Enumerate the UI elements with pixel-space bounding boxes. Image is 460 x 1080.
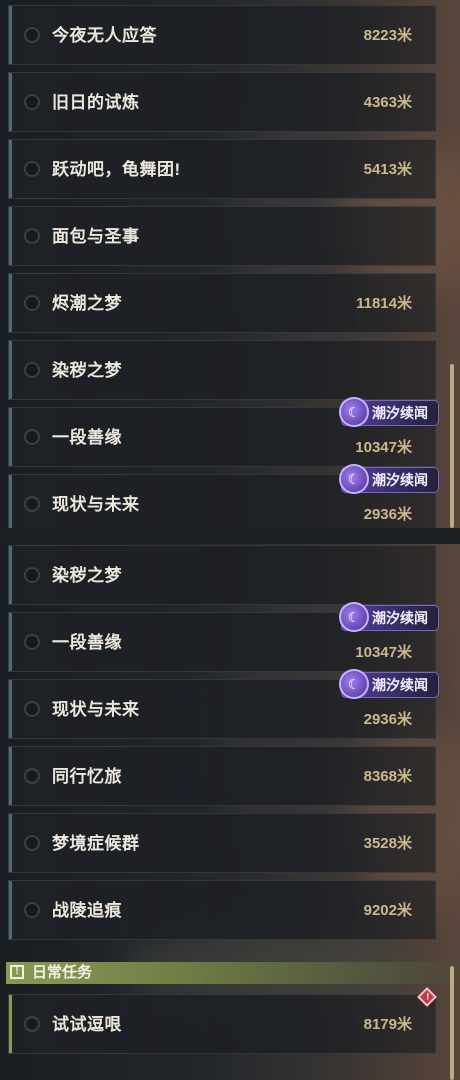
quest-row[interactable]: 面包与圣事	[8, 206, 436, 266]
quest-distance: 11814米	[356, 295, 412, 312]
quest-title: 染秽之梦	[52, 566, 122, 585]
tide-sequel-tag: ☾ 潮汐续闻	[339, 669, 439, 699]
row-accent	[9, 408, 12, 466]
quest-status-circle[interactable]	[24, 94, 40, 110]
row-accent	[9, 475, 12, 528]
row-accent	[9, 341, 12, 399]
quest-title: 现状与未来	[52, 495, 140, 514]
quest-title: 一段善缘	[52, 428, 122, 447]
quest-status-circle[interactable]	[24, 496, 40, 512]
tide-sequel-icon: ☾	[339, 669, 369, 699]
row-accent	[9, 814, 12, 872]
tide-sequel-icon: ☾	[339, 464, 369, 494]
row-accent	[9, 995, 12, 1053]
quest-distance: 9202米	[363, 902, 412, 919]
quest-status-circle[interactable]	[24, 161, 40, 177]
row-accent	[9, 140, 12, 198]
quest-status-circle[interactable]	[24, 701, 40, 717]
quest-title: 试试逗哏	[52, 1015, 122, 1034]
quest-distance: 3528米	[363, 835, 412, 852]
panel-divider	[0, 528, 460, 544]
quest-title: 梦境症候群	[52, 834, 140, 853]
scrollbar[interactable]	[450, 966, 454, 1080]
tide-sequel-tag: ☾ 潮汐续闻	[339, 464, 439, 494]
quest-status-circle[interactable]	[24, 567, 40, 583]
quest-row[interactable]: 旧日的试炼 4363米	[8, 72, 436, 132]
quest-title: 染秽之梦	[52, 361, 122, 380]
tide-sequel-icon: ☾	[339, 602, 369, 632]
quest-status-circle[interactable]	[24, 27, 40, 43]
daily-tasks-section-header[interactable]: ! 日常任务	[6, 962, 460, 984]
quest-distance: 8368米	[363, 768, 412, 785]
quest-distance: 5413米	[363, 161, 412, 178]
quest-row[interactable]: 今夜无人应答 8223米	[8, 5, 436, 65]
quest-title: 面包与圣事	[52, 227, 140, 246]
quest-distance: 2936米	[363, 711, 412, 728]
quest-title: 跃动吧，龟舞团!	[52, 160, 181, 179]
row-accent	[9, 274, 12, 332]
quest-title: 现状与未来	[52, 700, 140, 719]
quest-status-circle[interactable]	[24, 362, 40, 378]
quest-row[interactable]: 战陵追痕 9202米	[8, 880, 436, 940]
quest-distance: 10347米	[355, 439, 412, 456]
row-accent	[9, 6, 12, 64]
tide-sequel-tag: ☾ 潮汐续闻	[339, 397, 439, 427]
row-accent	[9, 747, 12, 805]
quest-row[interactable]: 梦境症候群 3528米	[8, 813, 436, 873]
daily-quest-row[interactable]: 试试逗哏 8179米	[8, 994, 436, 1054]
quest-distance: 8179米	[363, 1016, 412, 1033]
quest-status-circle[interactable]	[24, 228, 40, 244]
tide-sequel-icon: ☾	[339, 397, 369, 427]
quest-title: 今夜无人应答	[52, 26, 157, 45]
tag-label: 潮汐续闻	[372, 472, 428, 488]
row-accent	[9, 680, 12, 738]
quest-row[interactable]: 染秽之梦	[8, 545, 436, 605]
quest-title: 战陵追痕	[52, 901, 122, 920]
quest-title: 一段善缘	[52, 633, 122, 652]
quest-row[interactable]: 烬潮之梦 11814米	[8, 273, 436, 333]
quest-distance: 2936米	[363, 506, 412, 523]
quest-title: 烬潮之梦	[52, 294, 122, 313]
quest-row[interactable]: 跃动吧，龟舞团! 5413米	[8, 139, 436, 199]
quest-distance: 4363米	[363, 94, 412, 111]
quest-status-circle[interactable]	[24, 429, 40, 445]
row-accent	[9, 613, 12, 671]
quest-distance: 8223米	[363, 27, 412, 44]
quest-row[interactable]: 染秽之梦	[8, 340, 436, 400]
row-accent	[9, 73, 12, 131]
tide-sequel-tag: ☾ 潮汐续闻	[339, 602, 439, 632]
exclamation-box-icon: !	[10, 965, 24, 979]
tag-label: 潮汐续闻	[372, 610, 428, 626]
quest-distance: 10347米	[355, 644, 412, 661]
quest-list-panel-top: 今夜无人应答 8223米 旧日的试炼 4363米 跃动吧，龟舞团! 5413米 …	[0, 0, 460, 528]
section-label: 日常任务	[32, 964, 93, 981]
row-accent	[9, 546, 12, 604]
tag-label: 潮汐续闻	[372, 405, 428, 421]
quest-status-circle[interactable]	[24, 295, 40, 311]
row-accent	[9, 207, 12, 265]
quest-status-circle[interactable]	[24, 902, 40, 918]
quest-title: 同行忆旅	[52, 767, 122, 786]
quest-title: 旧日的试炼	[52, 93, 140, 112]
quest-status-circle[interactable]	[24, 1016, 40, 1032]
tag-label: 潮汐续闻	[372, 677, 428, 693]
quest-row[interactable]: 同行忆旅 8368米	[8, 746, 436, 806]
quest-status-circle[interactable]	[24, 835, 40, 851]
quest-status-circle[interactable]	[24, 634, 40, 650]
quest-status-circle[interactable]	[24, 768, 40, 784]
scrollbar[interactable]	[450, 364, 454, 528]
row-accent	[9, 881, 12, 939]
